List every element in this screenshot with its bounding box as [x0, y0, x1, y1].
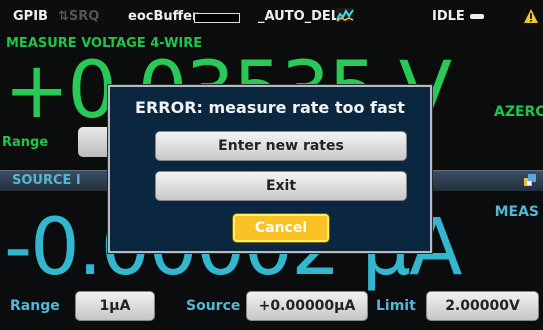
auto-del-icon [336, 8, 354, 22]
source-range-label: Range [10, 298, 60, 314]
enter-new-rates-button[interactable]: Enter new rates [155, 131, 407, 161]
measure-range-label: Range [2, 135, 49, 150]
interface-indicator[interactable]: GPIB [13, 9, 48, 24]
source-function-label: SOURCE I [12, 173, 81, 188]
srq-arrows-icon: ⇅ [58, 9, 69, 24]
buffer-fill-bar [194, 13, 240, 23]
idle-icon [470, 14, 484, 19]
srq-indicator[interactable]: ⇅SRQ [58, 9, 99, 24]
source-settings-row: Range 1µA Source +0.00000µA Limit 2.0000… [0, 291, 543, 323]
buffer-indicator[interactable]: eocBuffer [128, 9, 198, 24]
source-range-button[interactable]: 1µA [75, 291, 155, 321]
limit-button[interactable]: 2.00000V [426, 291, 539, 321]
source-level-label: Source [186, 298, 241, 314]
cancel-button[interactable]: Cancel [233, 214, 329, 242]
error-dialog: ERROR: measure rate too fast Enter new r… [108, 85, 432, 253]
state-indicator[interactable]: IDLE [432, 9, 465, 24]
tool-icon[interactable] [523, 173, 537, 187]
status-bar: GPIB ⇅SRQ eocBuffer _AUTO_DEL IDLE [0, 0, 543, 34]
limit-label: Limit [376, 298, 416, 314]
exit-button[interactable]: Exit [155, 171, 407, 201]
warning-icon[interactable] [523, 8, 539, 24]
script-indicator[interactable]: _AUTO_DEL [258, 9, 339, 24]
meas-label: MEAS [494, 204, 539, 220]
dialog-title: ERROR: measure rate too fast [135, 98, 405, 117]
azero-indicator: AZERO [494, 104, 543, 120]
source-level-button[interactable]: +0.00000µA [246, 291, 368, 321]
